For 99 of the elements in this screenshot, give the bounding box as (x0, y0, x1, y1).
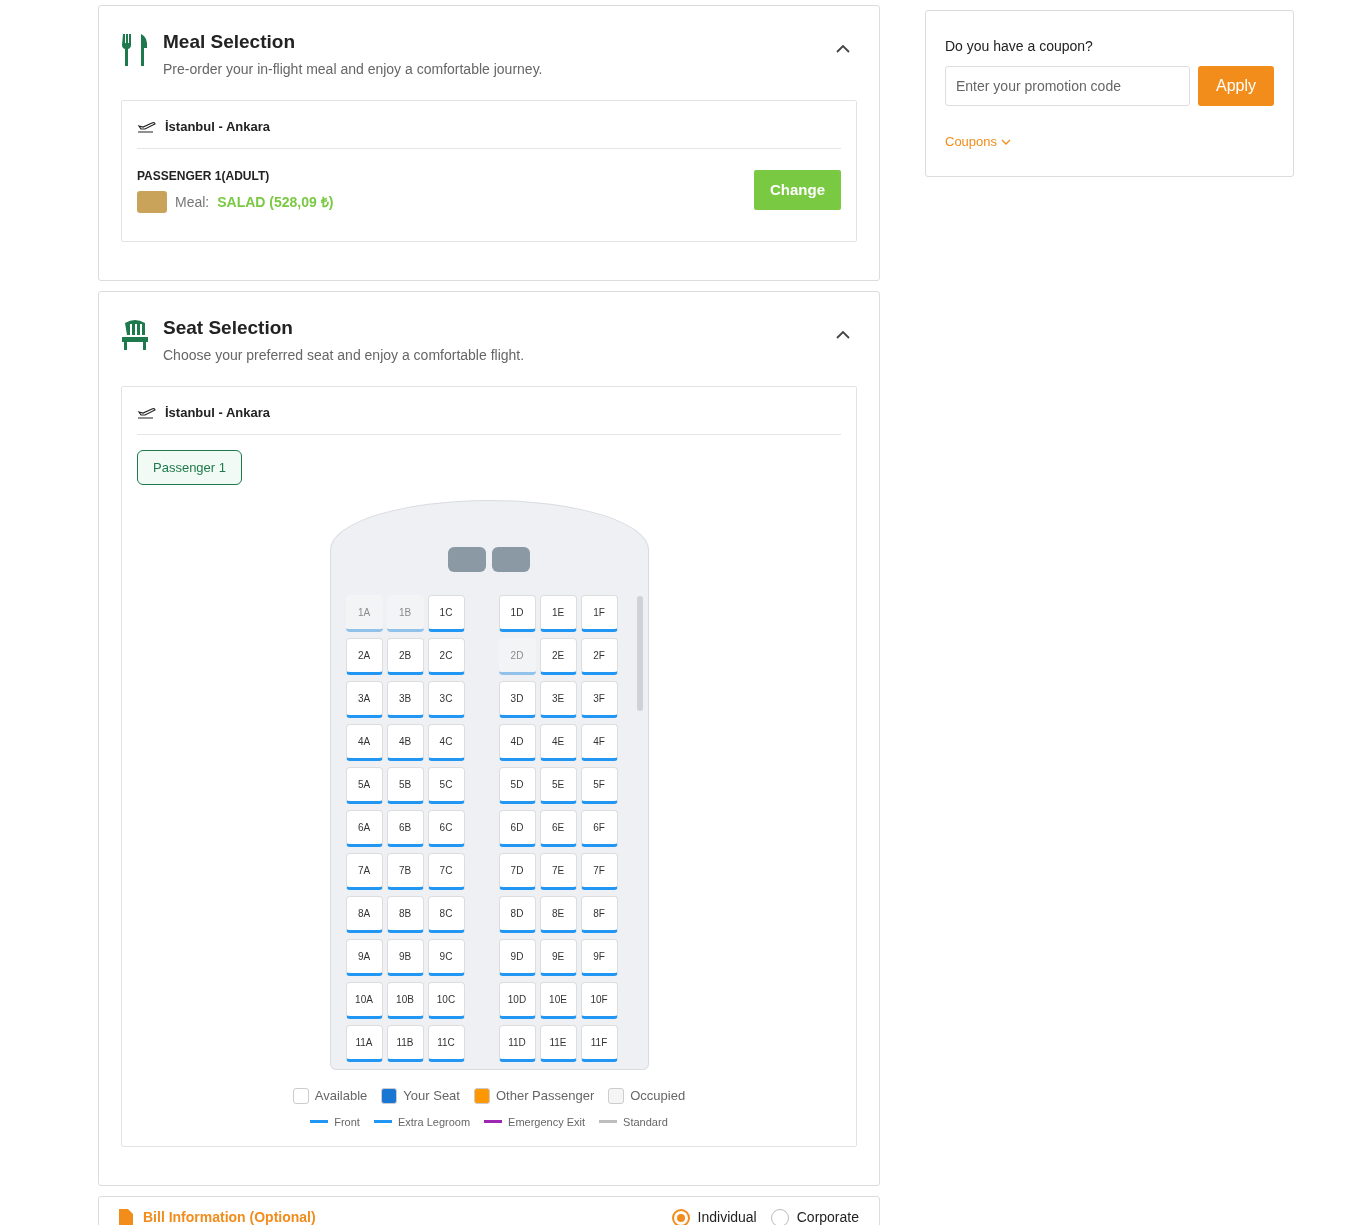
passenger-tab[interactable]: Passenger 1 (137, 450, 242, 485)
legend-label: Standard (623, 1114, 668, 1130)
seat[interactable]: 8E (539, 896, 577, 933)
seat[interactable]: 4C (427, 724, 465, 761)
seat[interactable]: 9B (386, 939, 424, 976)
seat[interactable]: 9F (580, 939, 618, 976)
seat[interactable]: 10C (427, 982, 465, 1019)
section-title: Meal Selection (163, 30, 296, 54)
document-icon (119, 1209, 133, 1225)
seat[interactable]: 5C (427, 767, 465, 804)
seat[interactable]: 2B (386, 638, 424, 675)
legend-label: Other Passenger (495, 1087, 595, 1105)
seat[interactable]: 6A (345, 810, 383, 847)
seat[interactable]: 2E (539, 638, 577, 675)
section-subtitle: Choose your preferred seat and enjoy a comfortable flight. (163, 345, 526, 365)
meal-value: SALAD (528,09 ₺) (217, 192, 334, 212)
seat[interactable]: 11B (386, 1025, 424, 1062)
seat[interactable]: 11A (345, 1025, 383, 1062)
seat[interactable]: 9E (539, 939, 577, 976)
seat[interactable]: 2A (345, 638, 383, 675)
seat[interactable]: 11D (498, 1025, 536, 1062)
cockpit-window (492, 547, 530, 572)
plane-icon (137, 119, 157, 134)
legend-label: Front (334, 1114, 360, 1130)
seat[interactable]: 11F (580, 1025, 618, 1062)
seat[interactable]: 4B (386, 724, 424, 761)
seat[interactable]: 8D (498, 896, 536, 933)
seat[interactable]: 1D (498, 595, 536, 632)
seat[interactable]: 8C (427, 896, 465, 933)
passenger-label: PASSENGER 1(ADULT) (137, 168, 271, 185)
scrollbar[interactable] (636, 596, 643, 711)
seat[interactable]: 10B (386, 982, 424, 1019)
meal-photo-placeholder (137, 191, 167, 213)
seat[interactable]: 5D (498, 767, 536, 804)
bill-title: Bill Information (Optional) (143, 1208, 316, 1225)
seat[interactable]: 10E (539, 982, 577, 1019)
seat[interactable]: 6C (427, 810, 465, 847)
chevron-down-icon (1001, 138, 1012, 145)
seat[interactable]: 4F (580, 724, 618, 761)
seat[interactable]: 10D (498, 982, 536, 1019)
seat[interactable]: 1F (580, 595, 618, 632)
seat[interactable]: 7A (345, 853, 383, 890)
seat[interactable]: 4D (498, 724, 536, 761)
collapse-icon[interactable] (835, 330, 851, 340)
seat[interactable]: 3C (427, 681, 465, 718)
legend-label: Available (314, 1087, 368, 1105)
seat[interactable]: 3E (539, 681, 577, 718)
seat[interactable]: 7F (580, 853, 618, 890)
seat[interactable]: 1C (427, 595, 465, 632)
cutlery-icon (121, 34, 149, 66)
coupon-question: Do you have a coupon? (945, 37, 1094, 56)
seat[interactable]: 9D (498, 939, 536, 976)
seat[interactable]: 6F (580, 810, 618, 847)
seat[interactable]: 4A (345, 724, 383, 761)
legend-label: Extra Legroom (397, 1114, 471, 1130)
seat[interactable]: 3D (498, 681, 536, 718)
seat[interactable]: 5E (539, 767, 577, 804)
seat[interactable]: 6D (498, 810, 536, 847)
seat[interactable]: 3F (580, 681, 618, 718)
seat[interactable]: 3A (345, 681, 383, 718)
seat[interactable]: 9A (345, 939, 383, 976)
seat[interactable]: 9C (427, 939, 465, 976)
legend-label: Your Seat (403, 1087, 460, 1105)
section-title: Seat Selection (163, 316, 294, 340)
collapse-icon[interactable] (835, 44, 851, 54)
legend-label: Emergency Exit (508, 1114, 586, 1130)
cockpit-window (448, 547, 486, 572)
seat[interactable]: 7B (386, 853, 424, 890)
promotion-code-field[interactable]: Enter your promotion code (945, 66, 1190, 106)
seat[interactable]: 10A (345, 982, 383, 1019)
plane-icon (137, 405, 157, 420)
seat[interactable]: 5A (345, 767, 383, 804)
radio-option[interactable]: Individual (671, 1207, 757, 1225)
seat[interactable]: 8F (580, 896, 618, 933)
seat[interactable]: 6B (386, 810, 424, 847)
seat[interactable]: 3B (386, 681, 424, 718)
seat[interactable]: 11E (539, 1025, 577, 1062)
seat[interactable]: 4E (539, 724, 577, 761)
route-title: İstanbul - Ankara (165, 403, 270, 422)
seat[interactable]: 10F (580, 982, 618, 1019)
section-subtitle: Pre-order your in-flight meal and enjoy a comfortable journey. (163, 59, 544, 79)
meal-label: Meal: (175, 192, 210, 212)
seat[interactable]: 2F (580, 638, 618, 675)
seat[interactable]: 2C (427, 638, 465, 675)
legend-label: Occupied (630, 1087, 686, 1105)
chair-icon (121, 320, 149, 350)
route-title: İstanbul - Ankara (165, 117, 270, 136)
seat[interactable]: 5B (386, 767, 424, 804)
seat[interactable]: 1E (539, 595, 577, 632)
seat[interactable]: 5F (580, 767, 618, 804)
radio-option[interactable]: Corporate (770, 1207, 859, 1225)
seat[interactable]: 7D (498, 853, 536, 890)
seat[interactable]: 7E (539, 853, 577, 890)
seat[interactable]: 8B (386, 896, 424, 933)
seat[interactable]: 11C (427, 1025, 465, 1062)
seat[interactable]: 6E (539, 810, 577, 847)
seat[interactable]: 8A (345, 896, 383, 933)
radio-button[interactable] (671, 1208, 690, 1225)
seat[interactable]: 7C (427, 853, 465, 890)
